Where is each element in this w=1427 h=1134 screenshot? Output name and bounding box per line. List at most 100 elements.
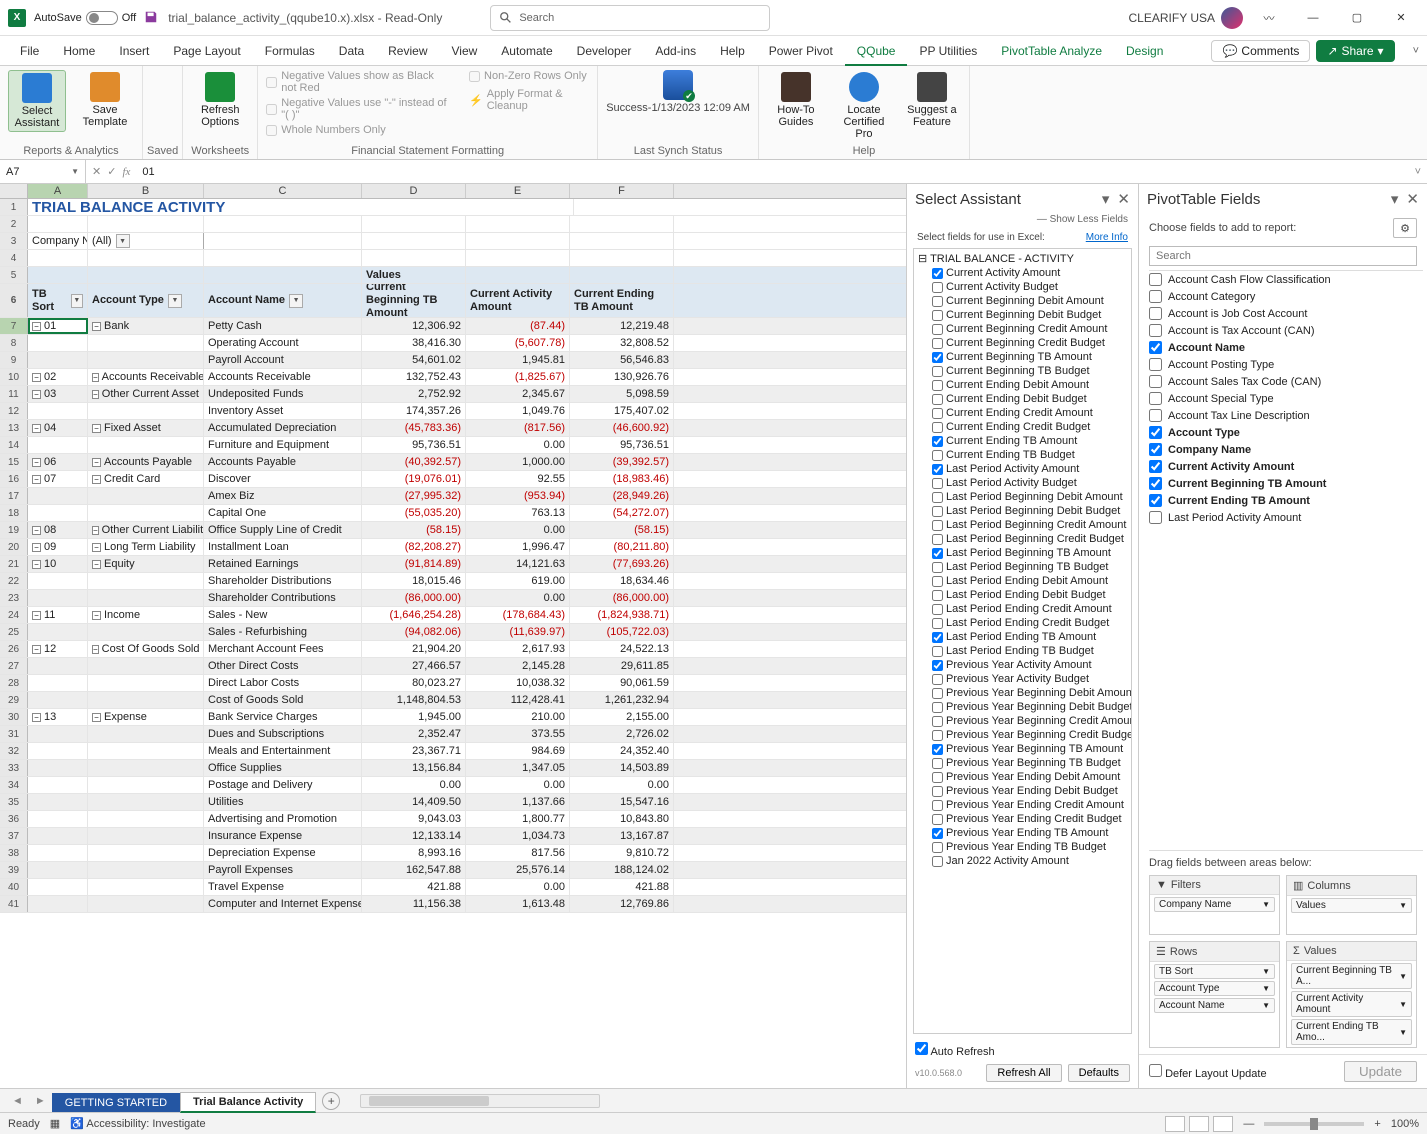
- cell[interactable]: [88, 675, 204, 691]
- cell[interactable]: 12,769.86: [570, 896, 674, 912]
- field-checkbox[interactable]: [932, 338, 943, 349]
- tab-home[interactable]: Home: [51, 36, 107, 66]
- pvt-field[interactable]: Current Beginning TB Amount: [1149, 475, 1423, 492]
- field-checkbox[interactable]: [932, 758, 943, 769]
- pvt-field-checkbox[interactable]: [1149, 358, 1162, 371]
- row-header[interactable]: 20: [0, 539, 28, 555]
- cell[interactable]: Values: [362, 267, 466, 283]
- cell[interactable]: [88, 845, 204, 861]
- tree-field[interactable]: Last Period Beginning Debit Budget: [932, 504, 1129, 518]
- defaults-button[interactable]: Defaults: [1068, 1064, 1130, 1082]
- tree-field[interactable]: Current Ending Credit Amount: [932, 406, 1129, 420]
- cell[interactable]: [204, 233, 362, 249]
- field-checkbox[interactable]: [932, 786, 943, 797]
- minimize-button[interactable]: —: [1295, 4, 1331, 32]
- tree-field[interactable]: Last Period Beginning TB Amount: [932, 546, 1129, 560]
- cell[interactable]: (28,949.26): [570, 488, 674, 504]
- col-header-c[interactable]: C: [204, 184, 362, 198]
- cell[interactable]: [88, 726, 204, 742]
- cell[interactable]: 112,428.41: [466, 692, 570, 708]
- collapse-icon[interactable]: −: [92, 560, 101, 569]
- pvt-field-checkbox[interactable]: [1149, 460, 1162, 473]
- cell[interactable]: −12: [28, 641, 88, 657]
- cell[interactable]: [466, 233, 570, 249]
- cell[interactable]: 1,996.47: [466, 539, 570, 555]
- tree-field[interactable]: Previous Year Beginning Debit Amount: [932, 686, 1129, 700]
- cell[interactable]: 90,061.59: [570, 675, 674, 691]
- area-item[interactable]: Current Ending TB Amo...▼: [1291, 1019, 1412, 1045]
- cell[interactable]: [88, 624, 204, 640]
- cell[interactable]: 12,219.48: [570, 318, 674, 334]
- tab-getting-started[interactable]: GETTING STARTED: [52, 1093, 180, 1112]
- field-checkbox[interactable]: [932, 744, 943, 755]
- chk-nonzero[interactable]: Non-Zero Rows Only: [469, 70, 589, 82]
- cell[interactable]: [28, 590, 88, 606]
- row-header[interactable]: 18: [0, 505, 28, 521]
- chevron-down-icon[interactable]: ▼: [1399, 1000, 1407, 1009]
- cell[interactable]: 8,993.16: [362, 845, 466, 861]
- tree-field[interactable]: Last Period Ending Credit Amount: [932, 602, 1129, 616]
- area-item[interactable]: Account Type▼: [1154, 981, 1275, 996]
- cell[interactable]: [570, 267, 674, 283]
- cell[interactable]: Account Type▼: [88, 284, 204, 317]
- cell[interactable]: 10,843.80: [570, 811, 674, 827]
- cell[interactable]: (82,208.27): [362, 539, 466, 555]
- cell[interactable]: 13,167.87: [570, 828, 674, 844]
- field-checkbox[interactable]: [932, 464, 943, 475]
- cell[interactable]: 25,576.14: [466, 862, 570, 878]
- cell[interactable]: Furniture and Equipment: [204, 437, 362, 453]
- cell[interactable]: (87.44): [466, 318, 570, 334]
- cell[interactable]: −02: [28, 369, 88, 385]
- collapse-icon[interactable]: −: [32, 611, 41, 620]
- field-checkbox[interactable]: [932, 352, 943, 363]
- zoom-out-button[interactable]: —: [1243, 1118, 1254, 1130]
- field-checkbox[interactable]: [932, 380, 943, 391]
- cell[interactable]: Depreciation Expense: [204, 845, 362, 861]
- sheet-nav-next[interactable]: ►: [29, 1095, 52, 1107]
- cell[interactable]: −07: [28, 471, 88, 487]
- cell[interactable]: [88, 828, 204, 844]
- tree-field[interactable]: Current Beginning Debit Amount: [932, 294, 1129, 308]
- cell[interactable]: 175,407.02: [570, 403, 674, 419]
- cell[interactable]: [88, 658, 204, 674]
- cell[interactable]: 80,023.27: [362, 675, 466, 691]
- cell[interactable]: 984.69: [466, 743, 570, 759]
- row-header[interactable]: 15: [0, 454, 28, 470]
- tree-field[interactable]: Jan 2022 Activity Amount: [932, 854, 1129, 868]
- chevron-down-icon[interactable]: ▼: [1399, 972, 1407, 981]
- tab-help[interactable]: Help: [708, 36, 757, 66]
- view-pagelayout-button[interactable]: [1189, 1116, 1209, 1132]
- suggest-button[interactable]: Suggest a Feature: [903, 70, 961, 130]
- row-header[interactable]: 34: [0, 777, 28, 793]
- collapse-icon[interactable]: −: [92, 645, 99, 654]
- field-checkbox[interactable]: [932, 478, 943, 489]
- field-checkbox[interactable]: [932, 506, 943, 517]
- macro-icon[interactable]: ▦: [50, 1117, 60, 1130]
- tree-field[interactable]: Current Beginning Credit Amount: [932, 322, 1129, 336]
- field-checkbox[interactable]: [932, 436, 943, 447]
- cell[interactable]: (1,825.67): [466, 369, 570, 385]
- cell[interactable]: [28, 352, 88, 368]
- cell[interactable]: Advertising and Promotion: [204, 811, 362, 827]
- tree-field[interactable]: Previous Year Ending Credit Amount: [932, 798, 1129, 812]
- close-button[interactable]: ✕: [1383, 4, 1419, 32]
- cell[interactable]: 13,156.84: [362, 760, 466, 776]
- field-checkbox[interactable]: [932, 702, 943, 713]
- accept-formula-icon[interactable]: ✓: [107, 165, 116, 178]
- row-header[interactable]: 23: [0, 590, 28, 606]
- cell[interactable]: −01: [28, 318, 88, 334]
- cell[interactable]: −Long Term Liability: [88, 539, 204, 555]
- cell[interactable]: 12,133.14: [362, 828, 466, 844]
- dropdown-icon[interactable]: ▼: [289, 294, 303, 308]
- field-checkbox[interactable]: [932, 618, 943, 629]
- cell[interactable]: [28, 879, 88, 895]
- tree-field[interactable]: Previous Year Ending Credit Budget: [932, 812, 1129, 826]
- collapse-icon[interactable]: −: [32, 645, 41, 654]
- cell[interactable]: Current Activity Amount: [466, 284, 570, 317]
- chk-whole[interactable]: Whole Numbers Only: [266, 124, 449, 136]
- collapse-icon[interactable]: −: [32, 526, 41, 535]
- cell[interactable]: −13: [28, 709, 88, 725]
- cell[interactable]: Petty Cash: [204, 318, 362, 334]
- field-checkbox[interactable]: [932, 282, 943, 293]
- select-all-corner[interactable]: [0, 184, 28, 198]
